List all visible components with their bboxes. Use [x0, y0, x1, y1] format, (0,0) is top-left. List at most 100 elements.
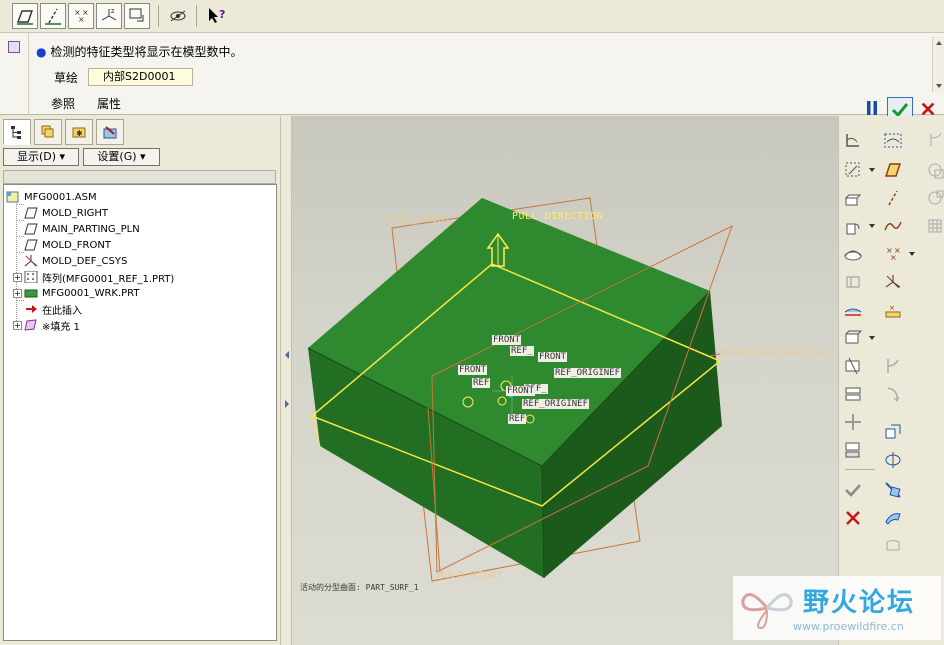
- thicken-button[interactable]: [881, 534, 905, 558]
- boundary-blend-button[interactable]: [841, 270, 865, 294]
- datum-plane-button[interactable]: [12, 3, 38, 29]
- tree-item-fill[interactable]: + ※填充 1: [13, 317, 80, 333]
- copy-button[interactable]: [923, 158, 944, 182]
- expand-toggle[interactable]: +: [13, 273, 22, 282]
- sketch-tool-button[interactable]: [124, 3, 150, 29]
- datum-point-tool-button[interactable]: [841, 158, 865, 182]
- datum-csys-tool-button[interactable]: [881, 270, 905, 294]
- help-cursor-icon: ?: [209, 8, 225, 23]
- analysis-button[interactable]: ×: [881, 298, 905, 322]
- volume-block-button[interactable]: [841, 326, 865, 350]
- datum-axis-tool-button[interactable]: [881, 186, 905, 210]
- folder-star-icon: ✱: [72, 127, 86, 138]
- plane-icon: [24, 223, 38, 235]
- watermark-url: www.proewildfire.cn: [793, 620, 904, 633]
- butterfly-logo-icon: [741, 593, 793, 630]
- tab-properties[interactable]: 属性: [97, 95, 121, 112]
- context-help-button[interactable]: ?: [206, 6, 228, 26]
- insert-here-icon: [24, 303, 38, 315]
- workpiece-icon: [24, 287, 38, 299]
- checkmark-icon: [845, 484, 861, 497]
- datum-plane-tool-button[interactable]: [881, 158, 905, 182]
- datum-point-tool-button-2[interactable]: × × ×: [881, 242, 905, 266]
- table-button[interactable]: [923, 214, 944, 238]
- message-scrollbar[interactable]: [932, 37, 944, 92]
- datum-curve-button[interactable]: [881, 214, 905, 238]
- skirt-surface-button[interactable]: [841, 128, 865, 152]
- tree-item-mold-right[interactable]: MOLD_RIGHT: [24, 205, 108, 221]
- pattern-button[interactable]: [923, 186, 944, 210]
- plane-icon: [24, 239, 38, 251]
- hide-datums-button[interactable]: [168, 6, 188, 26]
- tree-item-label: MOLD_RIGHT: [42, 207, 109, 219]
- datum-csys-button[interactable]: Z: [96, 3, 122, 29]
- flyout-arrow-icon[interactable]: [869, 336, 875, 340]
- tab-favorites[interactable]: ✱: [65, 119, 93, 145]
- datum-tag: REF: [508, 414, 527, 424]
- pause-button[interactable]: [866, 100, 878, 116]
- tools-icon: [103, 126, 117, 139]
- collapse-left-icon[interactable]: [284, 350, 290, 360]
- expand-right-icon[interactable]: [284, 399, 290, 409]
- tree-item-pattern[interactable]: + 阵列(MFG0001_REF_1.PRT): [13, 269, 174, 285]
- parting-surface-button[interactable]: [841, 298, 865, 322]
- pattern-icon: [928, 190, 944, 205]
- datum-axis-button[interactable]: [40, 3, 66, 29]
- revolve-button[interactable]: [841, 216, 865, 240]
- sketch-collector-field[interactable]: 内部S2D0001: [88, 68, 193, 86]
- mold-open-button[interactable]: [841, 438, 865, 462]
- tree-item-mold-def-csys[interactable]: MOLD_DEF_CSYS: [24, 253, 127, 269]
- model-tree: MFG0001.ASM MOLD_RIGHT MAIN_PARTING_PLN …: [3, 184, 277, 641]
- tree-item-mold-front[interactable]: MOLD_FRONT: [24, 237, 111, 253]
- silhouette-curve-button[interactable]: [881, 128, 905, 152]
- draft-button[interactable]: [881, 382, 905, 406]
- split-volume-button[interactable]: [841, 354, 865, 378]
- extend-button[interactable]: [881, 478, 905, 502]
- tab-web[interactable]: [96, 119, 124, 145]
- show-dropdown-label: 显示(D): [16, 150, 57, 163]
- merge-button[interactable]: [881, 506, 905, 530]
- datum-plane-icon: [17, 10, 33, 25]
- datum-axis-icon: [888, 190, 898, 206]
- datum-tag: REF_: [510, 346, 534, 356]
- quit-button[interactable]: [841, 506, 865, 530]
- apply-button[interactable]: [841, 478, 865, 502]
- extrude-button[interactable]: [841, 188, 865, 212]
- tree-item-main-parting-pln[interactable]: MAIN_PARTING_PLN: [24, 221, 140, 237]
- flyout-arrow-icon[interactable]: [869, 168, 875, 172]
- expand-toggle[interactable]: +: [13, 289, 22, 298]
- expand-toggle[interactable]: +: [13, 321, 22, 330]
- dashboard-divider: [28, 33, 29, 115]
- graphics-window[interactable]: MOLD_FRONT PULL DIRECTION MAIN_PARTING_P…: [292, 116, 838, 645]
- tab-references[interactable]: 参照: [51, 95, 75, 112]
- extend-icon: [885, 482, 901, 498]
- silhouette-curve-icon: [884, 133, 902, 148]
- round-button[interactable]: [881, 354, 905, 378]
- shell-button[interactable]: [923, 128, 944, 152]
- mold-component-button[interactable]: [841, 410, 865, 434]
- dropdown-arrow-icon: ▾: [140, 150, 146, 163]
- settings-dropdown[interactable]: 设置(G) ▾: [83, 148, 160, 166]
- forum-watermark: 野火论坛 www.proewildfire.cn: [733, 576, 941, 640]
- flyout-arrow-icon[interactable]: [869, 224, 875, 228]
- tab-layers[interactable]: [34, 119, 62, 145]
- datum-point-button[interactable]: × × ×: [68, 3, 94, 29]
- tree-item-workpiece[interactable]: + MFG0001_WRK.PRT: [13, 285, 140, 301]
- extrude-icon: [844, 194, 862, 206]
- panel-splitter[interactable]: [280, 116, 292, 645]
- feature-type-icon: [8, 41, 20, 53]
- trim-button[interactable]: [881, 448, 905, 472]
- svg-text:?: ?: [219, 8, 225, 21]
- datum-tag: REF: [472, 378, 491, 388]
- flyout-arrow-icon[interactable]: [909, 252, 915, 256]
- tree-item-assembly[interactable]: MFG0001.ASM: [6, 189, 97, 205]
- tree-item-insert-here[interactable]: 在此插入: [24, 301, 82, 317]
- show-dropdown[interactable]: 显示(D) ▾: [3, 148, 79, 166]
- round-icon: [887, 359, 899, 373]
- fill-surface-button[interactable]: [841, 242, 865, 266]
- mold-volume-button[interactable]: [841, 382, 865, 406]
- tree-item-label: 在此插入: [42, 305, 82, 317]
- offset-button[interactable]: [881, 420, 905, 444]
- tree-item-label: MFG0001.ASM: [24, 191, 97, 203]
- tab-model-tree[interactable]: [3, 119, 31, 145]
